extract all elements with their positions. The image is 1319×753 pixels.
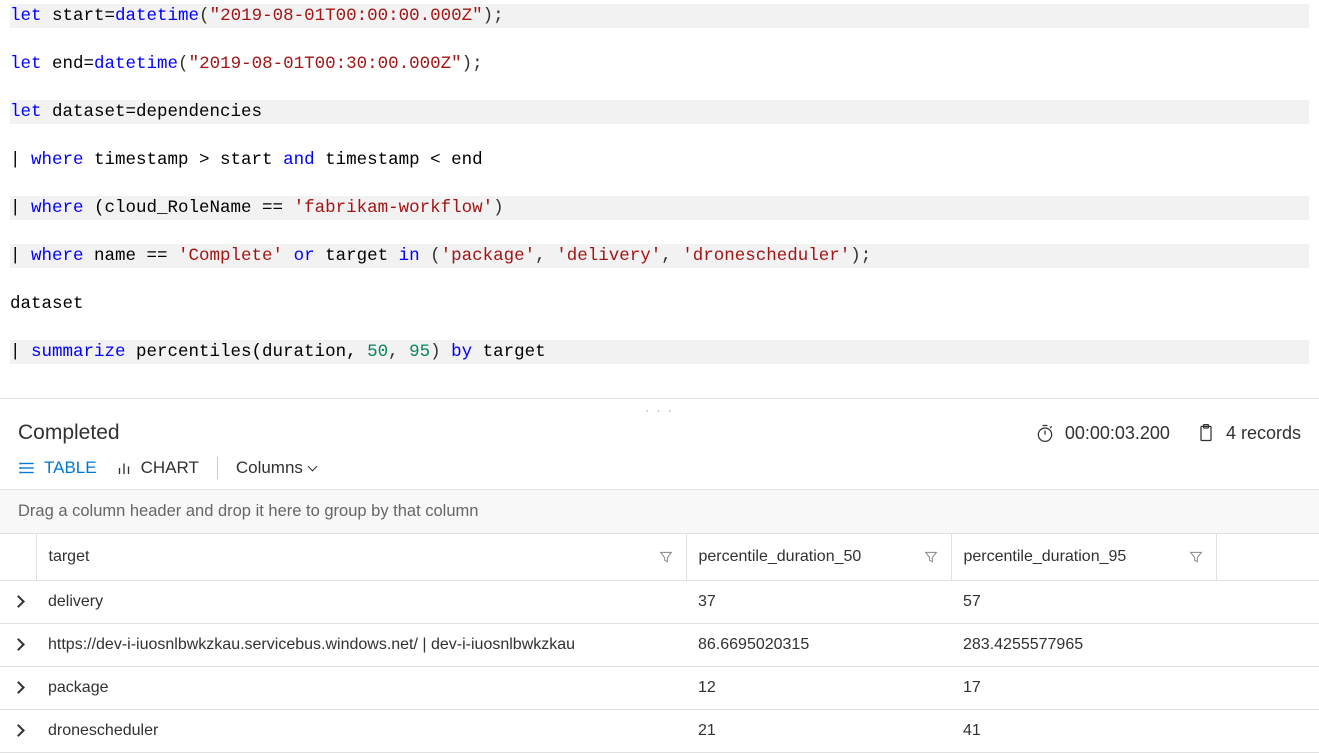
status-label: Completed	[18, 421, 120, 445]
chevron-right-icon	[14, 722, 23, 739]
view-tabs: TABLE CHART Columns	[0, 457, 1319, 489]
tab-table[interactable]: TABLE	[18, 458, 97, 478]
tab-separator	[217, 457, 218, 479]
filter-icon[interactable]	[658, 549, 674, 565]
expand-row-toggle[interactable]	[0, 624, 36, 667]
status-bar: Completed 00:00:03.200 4 records	[0, 417, 1319, 457]
expand-row-toggle[interactable]	[0, 710, 36, 753]
cell-target: https://dev-i-iuosnlbwkzkau.servicebus.w…	[36, 624, 686, 667]
tab-chart-label: CHART	[141, 458, 199, 478]
record-count: 4 records	[1196, 423, 1301, 444]
table-row[interactable]: https://dev-i-iuosnlbwkzkau.servicebus.w…	[0, 624, 1319, 667]
group-by-dropzone[interactable]: Drag a column header and drop it here to…	[0, 489, 1319, 534]
expand-row-toggle[interactable]	[0, 581, 36, 624]
splitter-handle[interactable]: · · ·	[0, 399, 1319, 417]
table-row[interactable]: package1217	[0, 667, 1319, 710]
column-header-p50[interactable]: percentile_duration_50	[686, 534, 951, 581]
clipboard-icon	[1196, 423, 1216, 443]
cell-p50: 37	[686, 581, 951, 624]
column-header-p95[interactable]: percentile_duration_95	[951, 534, 1216, 581]
columns-dropdown[interactable]: Columns	[236, 458, 316, 478]
column-header-target[interactable]: target	[36, 534, 686, 581]
cell-p50: 21	[686, 710, 951, 753]
cell-target: delivery	[36, 581, 686, 624]
cell-p95: 283.4255577965	[951, 624, 1216, 667]
cell-p50: 12	[686, 667, 951, 710]
expand-row-toggle[interactable]	[0, 667, 36, 710]
results-table: targetpercentile_duration_50percentile_d…	[0, 534, 1319, 753]
table-row[interactable]: dronescheduler2141	[0, 710, 1319, 753]
filter-icon[interactable]	[1188, 549, 1204, 565]
chevron-right-icon	[14, 636, 23, 653]
column-header-empty	[1216, 534, 1319, 581]
tab-table-label: TABLE	[44, 458, 97, 478]
chart-icon	[115, 459, 133, 477]
cell-target: dronescheduler	[36, 710, 686, 753]
query-duration: 00:00:03.200	[1035, 423, 1170, 444]
table-icon	[18, 459, 36, 477]
chevron-down-icon	[309, 458, 316, 478]
cell-target: package	[36, 667, 686, 710]
filter-icon[interactable]	[923, 549, 939, 565]
cell-p95: 17	[951, 667, 1216, 710]
chevron-right-icon	[14, 679, 23, 696]
columns-label: Columns	[236, 458, 303, 478]
cell-p50: 86.6695020315	[686, 624, 951, 667]
chevron-right-icon	[14, 593, 23, 610]
tab-chart[interactable]: CHART	[115, 458, 199, 478]
stopwatch-icon	[1035, 423, 1055, 443]
cell-p95: 57	[951, 581, 1216, 624]
expand-column-header	[0, 534, 36, 581]
query-editor[interactable]: let start=datetime("2019-08-01T00:00:00.…	[0, 0, 1319, 399]
table-row[interactable]: delivery3757	[0, 581, 1319, 624]
cell-p95: 41	[951, 710, 1216, 753]
